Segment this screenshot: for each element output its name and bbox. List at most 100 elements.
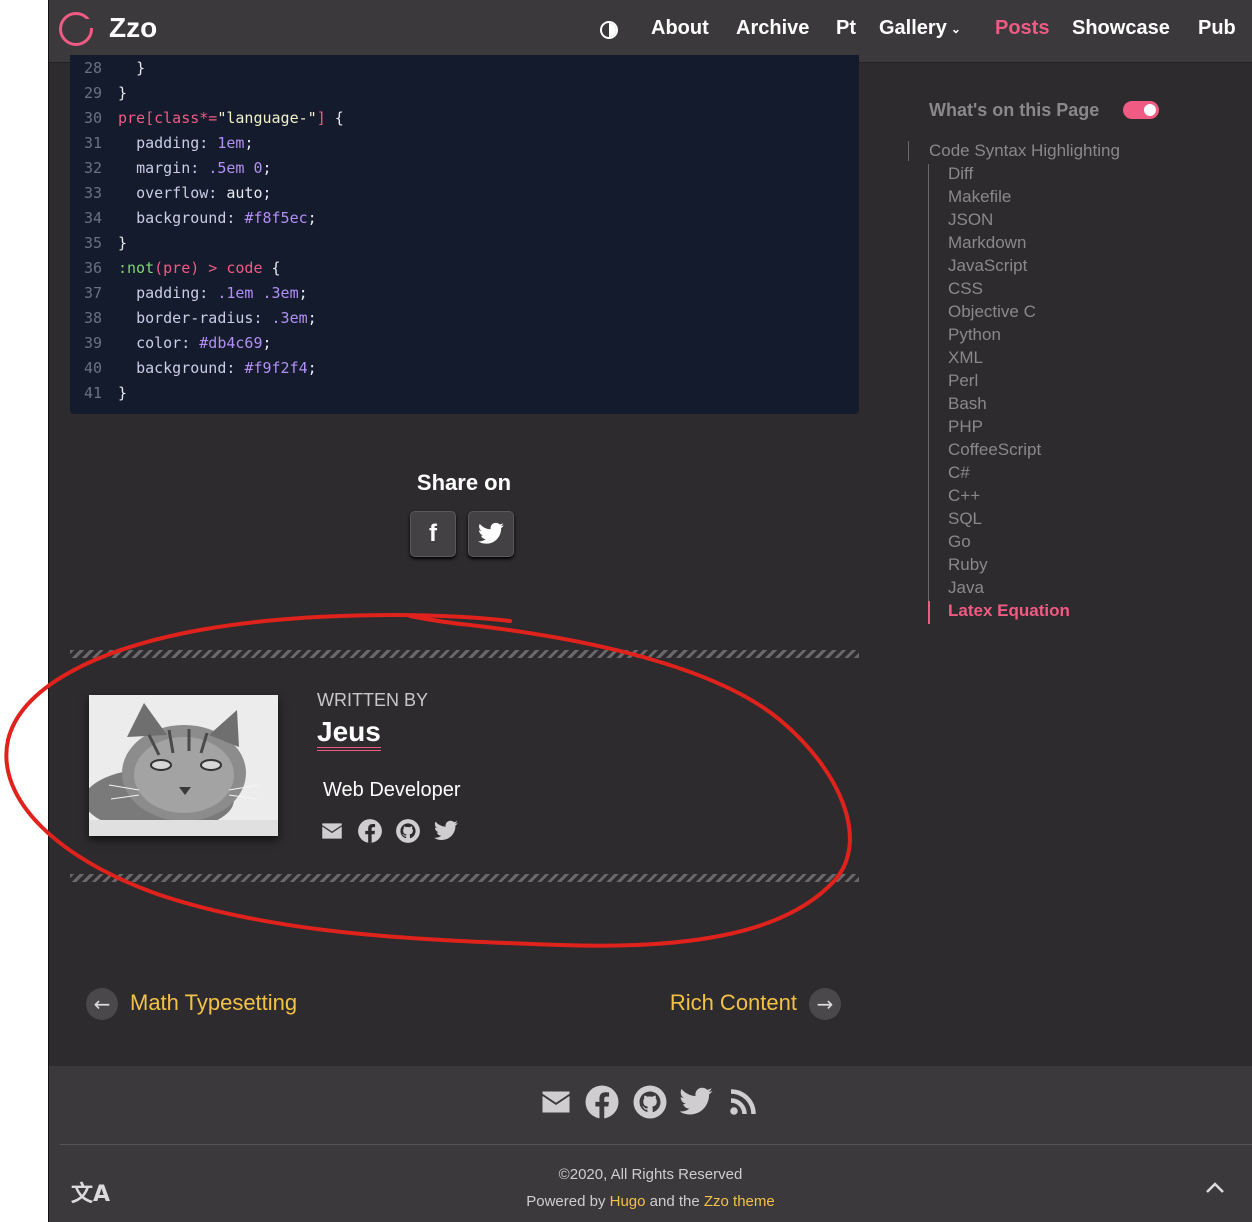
nav-item-gallery-label: Gallery [879, 17, 947, 39]
toc-toggle[interactable] [1123, 101, 1159, 119]
toc-item[interactable]: PHP [928, 417, 1070, 440]
code-token: :not [118, 259, 155, 277]
hugo-link[interactable]: Hugo [610, 1193, 646, 1210]
code-line: 28 } [70, 56, 145, 81]
line-number: 41 [83, 384, 102, 402]
toc-item[interactable]: Perl [928, 371, 1070, 394]
code-line: 33 overflow: auto; [70, 181, 272, 206]
line-number: 32 [83, 159, 102, 177]
toc-item[interactable]: SQL [928, 509, 1070, 532]
code-line: 38 border-radius: .3em; [70, 306, 317, 331]
twitter-icon [478, 522, 504, 544]
toc-item[interactable]: Python [928, 325, 1070, 348]
code-token: margin: [136, 159, 200, 177]
code-token: overflow: [136, 184, 218, 202]
code-token: ; [307, 209, 317, 227]
arrow-right-icon[interactable]: → [809, 988, 841, 1020]
arrow-left-icon[interactable]: ← [86, 988, 118, 1020]
toc-item[interactable]: JavaScript [928, 256, 1070, 279]
code-token: background: [136, 209, 236, 227]
code-line: 36:not(pre) > code { [70, 256, 281, 281]
facebook-icon[interactable] [584, 1084, 620, 1120]
powered-middle: and the [649, 1193, 700, 1210]
code-token: color: [136, 334, 191, 352]
nav-item-showcase[interactable]: Showcase [1072, 17, 1170, 40]
line-number: 34 [83, 209, 102, 227]
toc-item[interactable]: C++ [928, 486, 1070, 509]
nav-item-posts[interactable]: Posts [995, 17, 1049, 40]
code-token: #f9f2f4 [244, 359, 308, 377]
footer-divider [60, 1144, 1252, 1145]
logo-icon[interactable] [59, 12, 95, 46]
code-token: #f8f5ec [244, 209, 308, 227]
code-line: 31 padding: 1em; [70, 131, 254, 156]
line-number: 36 [83, 259, 102, 277]
code-token: .1em .3em [217, 284, 299, 302]
rss-icon[interactable] [725, 1084, 761, 1120]
code-token: { [334, 109, 344, 127]
line-number: 35 [83, 234, 102, 252]
toc-item[interactable]: CoffeeScript [928, 440, 1070, 463]
chevron-up-icon[interactable] [1203, 1176, 1227, 1200]
toc-item[interactable]: XML [928, 348, 1070, 371]
toc-item[interactable]: Bash [928, 394, 1070, 417]
toc-item[interactable]: Java [928, 578, 1070, 601]
navbar: Zzo About Archive Pt Gallery ⌄ Posts Show… [49, 0, 1252, 63]
line-number: 37 [83, 284, 102, 302]
toc-item-code-syntax-highlighting[interactable]: Code Syntax Highlighting [908, 141, 1120, 161]
toc-item-active[interactable]: Latex Equation [928, 601, 1070, 624]
toc-item[interactable]: CSS [928, 279, 1070, 302]
author-divider-top [70, 650, 859, 658]
toc-item[interactable]: Ruby [928, 555, 1070, 578]
nav-item-archive[interactable]: Archive [736, 17, 809, 40]
toc-item[interactable]: Makefile [928, 187, 1070, 210]
code-token: pre[class*= [118, 109, 218, 127]
line-number: 29 [83, 84, 102, 102]
code-token: ] [316, 109, 326, 127]
page-frame: Zzo About Archive Pt Gallery ⌄ Posts Show… [49, 0, 1252, 1222]
toc-item[interactable]: C# [928, 463, 1070, 486]
toc-item[interactable]: Go [928, 532, 1070, 555]
contrast-icon[interactable] [600, 21, 618, 39]
github-icon[interactable] [632, 1084, 668, 1120]
toc-item[interactable]: Objective C [928, 302, 1070, 325]
github-icon[interactable] [395, 818, 421, 844]
toc-item[interactable]: JSON [928, 210, 1070, 233]
powered-by: Powered by Hugo and the Zzo theme [49, 1193, 1252, 1210]
avatar [89, 695, 278, 836]
toc-item[interactable]: Markdown [928, 233, 1070, 256]
line-number: 40 [83, 359, 102, 377]
line-number: 38 [83, 309, 102, 327]
nav-item-pub[interactable]: Pub [1198, 17, 1236, 40]
nav-item-pt[interactable]: Pt [836, 17, 856, 40]
prev-post-link[interactable]: Math Typesetting [130, 990, 297, 1016]
site-logo[interactable]: Zzo [109, 12, 157, 44]
written-by-label: WRITTEN BY [317, 690, 428, 710]
code-token: ; [262, 334, 272, 352]
email-icon[interactable] [538, 1084, 574, 1120]
share-twitter-button[interactable] [468, 511, 514, 557]
share-facebook-button[interactable]: f [410, 511, 456, 557]
twitter-icon[interactable] [433, 818, 459, 844]
code-line: 39 color: #db4c69; [70, 331, 272, 356]
email-icon[interactable] [319, 818, 345, 844]
nav-item-gallery[interactable]: Gallery ⌄ [879, 17, 961, 40]
toc-title: What's on this Page [929, 100, 1100, 120]
line-number: 30 [83, 109, 102, 127]
twitter-icon[interactable] [678, 1084, 714, 1120]
line-number: 31 [83, 134, 102, 152]
toc-list: Diff Makefile JSON Markdown JavaScript C… [928, 164, 1070, 624]
code-token: ; [262, 159, 272, 177]
code-token: (pre) > code [154, 259, 263, 277]
zzo-theme-link[interactable]: Zzo theme [704, 1193, 775, 1210]
code-line: 41} [70, 381, 127, 406]
line-number: 28 [83, 59, 102, 77]
facebook-icon[interactable] [357, 818, 383, 844]
code-line: 32 margin: .5em 0; [70, 156, 272, 181]
toc-item[interactable]: Diff [928, 164, 1070, 187]
code-line: 34 background: #f8f5ec; [70, 206, 317, 231]
chevron-down-icon: ⌄ [950, 21, 961, 36]
author-name[interactable]: Jeus [317, 717, 381, 751]
nav-item-about[interactable]: About [651, 17, 709, 40]
next-post-link[interactable]: Rich Content [670, 990, 797, 1016]
